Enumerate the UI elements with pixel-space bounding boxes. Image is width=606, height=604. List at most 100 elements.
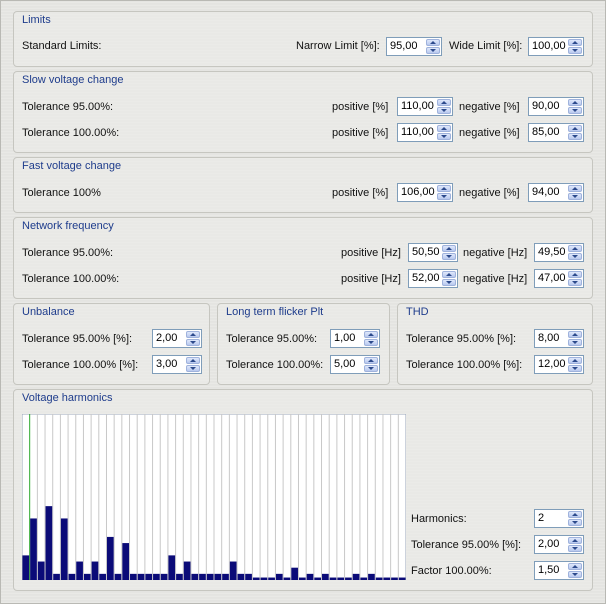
spin-up-icon[interactable] [186, 357, 200, 364]
unbalance-row1-spinner[interactable]: 2,00 [152, 329, 202, 348]
unbalance-title: Unbalance [22, 306, 75, 318]
harmonic-bar [383, 577, 391, 580]
slow-row1-neg-spinner[interactable]: 90,00 [528, 97, 584, 116]
harmonics-chart [22, 414, 406, 580]
spin-down-icon[interactable] [426, 47, 440, 54]
flicker-row2-spinner[interactable]: 5,00 [330, 355, 380, 374]
harmonic-bar [45, 506, 53, 580]
slow-row2-neg-spinner[interactable]: 85,00 [528, 123, 584, 142]
harmonic-bar [368, 573, 375, 580]
spin-up-icon[interactable] [437, 185, 451, 192]
spin-down-icon[interactable] [186, 365, 200, 372]
harmonic-bar [260, 577, 268, 580]
harmonics-factor-spinner[interactable]: 1,50 [534, 561, 584, 580]
harmonic-bar [68, 573, 76, 580]
spin-down-icon[interactable] [568, 133, 582, 140]
spin-up-icon[interactable] [568, 245, 582, 252]
spin-up-icon[interactable] [568, 331, 582, 338]
harmonic-bar [229, 561, 237, 580]
limits-group: Limits [13, 11, 593, 67]
wide-limit-label: Wide Limit [%]: [449, 40, 523, 52]
spin-down-icon[interactable] [568, 571, 582, 578]
spin-up-icon[interactable] [568, 99, 582, 106]
spin-down-icon[interactable] [186, 339, 200, 346]
spin-up-icon[interactable] [364, 357, 378, 364]
spin-down-icon[interactable] [568, 545, 582, 552]
flicker-row2-value: 5,00 [334, 358, 356, 370]
spin-up-icon[interactable] [186, 331, 200, 338]
spin-up-icon[interactable] [437, 99, 451, 106]
harmonic-bar [298, 577, 306, 580]
limits-title: Limits [22, 14, 51, 26]
harmonic-bar [83, 573, 91, 580]
spin-down-icon[interactable] [568, 107, 582, 114]
spin-up-icon[interactable] [568, 39, 582, 46]
freq-row1-neg-spinner[interactable]: 49,50 [534, 243, 584, 262]
freq-row2-neg-spinner[interactable]: 47,00 [534, 269, 584, 288]
wide-limit-spinner[interactable]: 100,00 [528, 37, 584, 56]
freq-row1-pos-spinner[interactable]: 50,50 [408, 243, 458, 262]
slow-row2-pos-label: positive [%] [332, 127, 389, 139]
harmonic-bar [122, 543, 130, 580]
spin-down-icon[interactable] [442, 253, 456, 260]
spin-down-icon[interactable] [437, 193, 451, 200]
spin-down-icon[interactable] [437, 133, 451, 140]
spin-down-icon[interactable] [568, 339, 582, 346]
spin-down-icon[interactable] [568, 279, 582, 286]
freq-row2-neg-value: 47,00 [538, 272, 566, 284]
harmonic-bar [252, 577, 260, 580]
harmonic-bar [160, 573, 168, 580]
flicker-row2-label: Tolerance 100.00%: [226, 359, 324, 371]
spin-up-icon[interactable] [568, 511, 582, 518]
harmonic-bar [214, 573, 222, 580]
harmonic-bar [245, 573, 252, 580]
slow-row2-pos-spinner[interactable]: 110,00 [397, 123, 453, 142]
harmonic-bar [360, 577, 368, 580]
spin-up-icon[interactable] [442, 271, 456, 278]
harmonic-bar [130, 573, 137, 580]
fast-neg-label: negative [%] [459, 187, 520, 199]
spin-up-icon[interactable] [568, 185, 582, 192]
fast-pos-spinner[interactable]: 106,00 [397, 183, 453, 202]
spin-up-icon[interactable] [568, 563, 582, 570]
flicker-row1-spinner[interactable]: 1,00 [330, 329, 380, 348]
spin-down-icon[interactable] [568, 519, 582, 526]
harmonic-bar [30, 518, 37, 580]
thd-row1-value: 8,00 [538, 332, 560, 344]
spin-down-icon[interactable] [364, 365, 378, 372]
slow-row1-pos-value: 110,00 [401, 100, 434, 112]
spin-down-icon[interactable] [568, 253, 582, 260]
spin-up-icon[interactable] [568, 537, 582, 544]
fast-voltage-title: Fast voltage change [22, 160, 122, 172]
spin-up-icon[interactable] [568, 125, 582, 132]
spin-up-icon[interactable] [442, 245, 456, 252]
spin-up-icon[interactable] [437, 125, 451, 132]
harmonics-factor-label: Factor 100.00%: [411, 565, 492, 577]
spin-down-icon[interactable] [437, 107, 451, 114]
thd-row1-spinner[interactable]: 8,00 [534, 329, 584, 348]
fast-neg-spinner[interactable]: 94,00 [528, 183, 584, 202]
fast-neg-value: 94,00 [532, 186, 560, 198]
spin-down-icon[interactable] [568, 193, 582, 200]
freq-row2-pos-spinner[interactable]: 52,00 [408, 269, 458, 288]
harmonic-bar [352, 573, 360, 580]
unbalance-row2-spinner[interactable]: 3,00 [152, 355, 202, 374]
spin-up-icon[interactable] [364, 331, 378, 338]
spin-down-icon[interactable] [568, 365, 582, 372]
spin-down-icon[interactable] [442, 279, 456, 286]
thd-row1-label: Tolerance 95.00% [%]: [406, 333, 517, 345]
freq-row1-label: Tolerance 95.00%: [22, 247, 114, 259]
spin-up-icon[interactable] [568, 357, 582, 364]
harmonics-tol-spinner[interactable]: 2,00 [534, 535, 584, 554]
spin-down-icon[interactable] [364, 339, 378, 346]
thd-row2-spinner[interactable]: 12,00 [534, 355, 584, 374]
narrow-limit-spinner[interactable]: 95,00 [386, 37, 442, 56]
spin-down-icon[interactable] [568, 47, 582, 54]
spin-up-icon[interactable] [426, 39, 440, 46]
slow-row1-pos-spinner[interactable]: 110,00 [397, 97, 453, 116]
slow-row1-pos-label: positive [%] [332, 101, 389, 113]
harmonics-spinner[interactable]: 2 [534, 509, 584, 528]
narrow-limit-value: 95,00 [390, 40, 418, 52]
slow-row2-pos-value: 110,00 [401, 126, 434, 138]
spin-up-icon[interactable] [568, 271, 582, 278]
